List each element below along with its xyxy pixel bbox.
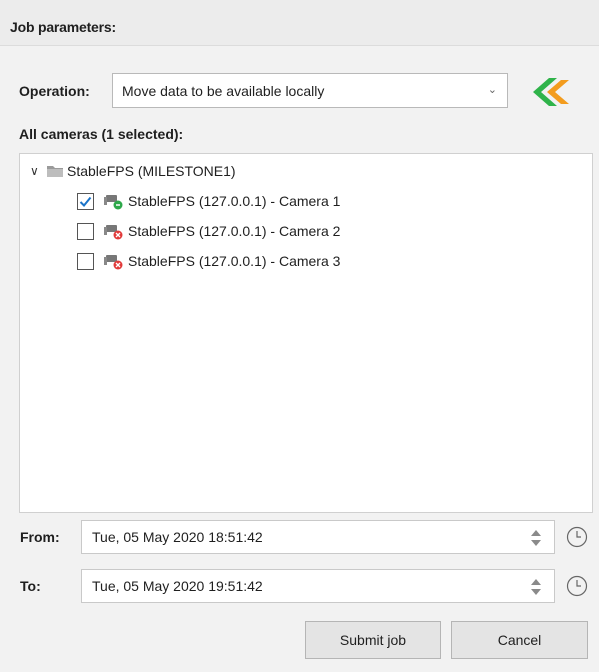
- from-label: From:: [20, 529, 60, 545]
- submit-job-button[interactable]: Submit job: [305, 621, 441, 659]
- camera-item[interactable]: StableFPS (127.0.0.1) - Camera 2: [77, 220, 340, 242]
- from-datetime-input[interactable]: Tue, 05 May 2020 18:51:42: [81, 520, 555, 554]
- panel-header: Job parameters:: [0, 0, 599, 46]
- from-value: Tue, 05 May 2020 18:51:42: [92, 529, 263, 545]
- clock-icon[interactable]: [566, 575, 588, 597]
- checkmark-icon: [79, 196, 92, 207]
- camera-online-icon: [104, 195, 123, 210]
- camera-error-icon: [104, 255, 123, 270]
- camera-label: StableFPS (127.0.0.1) - Camera 2: [128, 223, 341, 239]
- camera-tree[interactable]: ∨ StableFPS (MILESTONE1) StableFPS (127.…: [19, 153, 593, 513]
- camera-error-icon: [104, 225, 123, 240]
- camera-checkbox[interactable]: [77, 222, 94, 240]
- clock-icon[interactable]: [566, 526, 588, 548]
- panel-title: Job parameters:: [10, 19, 116, 35]
- chevron-down-icon: ⌄: [487, 84, 497, 96]
- camera-item[interactable]: StableFPS (127.0.0.1) - Camera 3: [77, 250, 340, 272]
- camera-label: StableFPS (127.0.0.1) - Camera 3: [128, 253, 341, 269]
- camera-item[interactable]: StableFPS (127.0.0.1) - Camera 1: [77, 190, 340, 212]
- camera-checkbox[interactable]: [77, 252, 94, 270]
- operation-label: Operation:: [19, 83, 90, 99]
- operation-value: Move data to be available locally: [122, 83, 325, 99]
- camera-label: StableFPS (127.0.0.1) - Camera 1: [128, 193, 341, 209]
- tree-root-label: StableFPS (MILESTONE1): [67, 163, 236, 179]
- operation-select[interactable]: Move data to be available locally ⌄: [112, 73, 508, 108]
- expand-chevron-icon[interactable]: ∨: [30, 164, 44, 178]
- to-value: Tue, 05 May 2020 19:51:42: [92, 578, 263, 594]
- to-datetime-input[interactable]: Tue, 05 May 2020 19:51:42: [81, 569, 555, 603]
- spinner-icon[interactable]: [530, 528, 542, 548]
- tree-root-node[interactable]: ∨ StableFPS (MILESTONE1): [30, 160, 236, 182]
- all-cameras-label: All cameras (1 selected):: [19, 126, 184, 142]
- camera-checkbox[interactable]: [77, 192, 94, 210]
- milestone-logo-icon: [533, 78, 569, 106]
- to-label: To:: [20, 578, 41, 594]
- folder-icon: [47, 166, 63, 177]
- cancel-button[interactable]: Cancel: [451, 621, 588, 659]
- spinner-icon[interactable]: [530, 577, 542, 597]
